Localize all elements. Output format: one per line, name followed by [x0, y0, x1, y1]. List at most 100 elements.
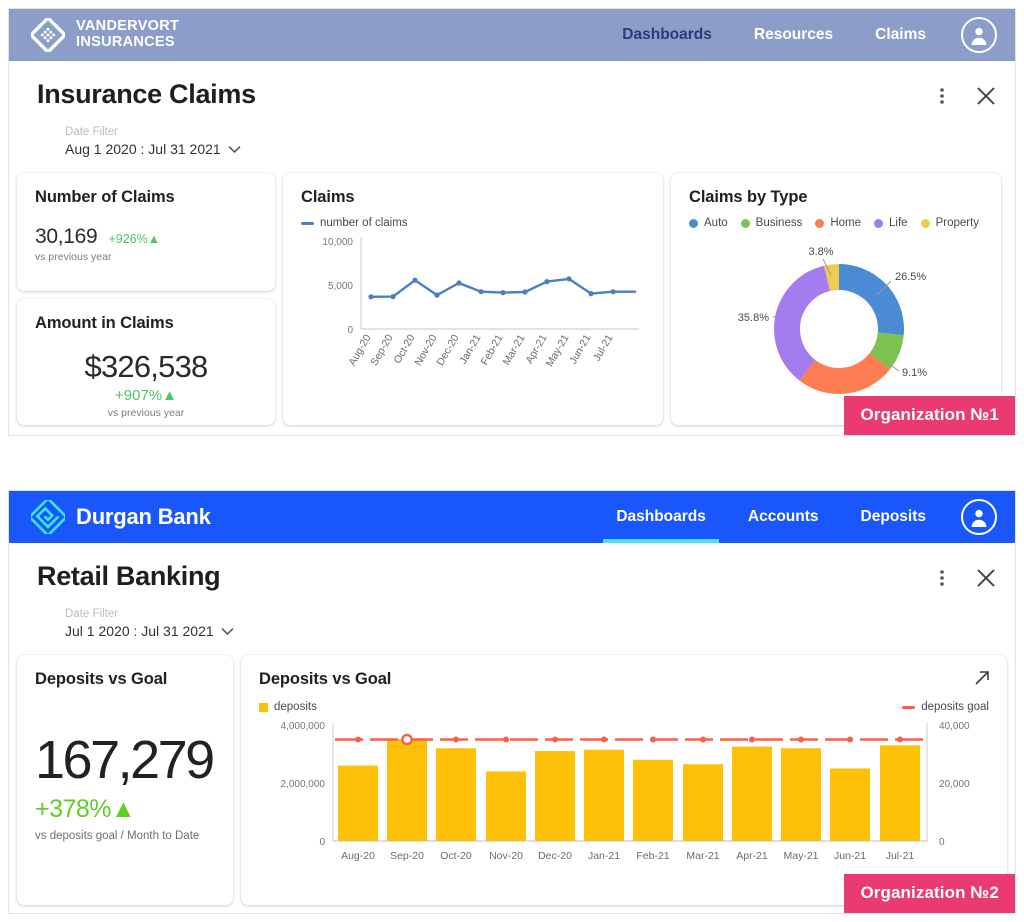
y2-tick-0: 0	[939, 837, 945, 848]
legend-item[interactable]: number of claims	[301, 217, 408, 229]
legend-label: deposits	[274, 701, 317, 714]
kpi-subtext: vs previous year	[107, 407, 185, 420]
legend-item[interactable]: Home	[815, 217, 861, 229]
legend-item[interactable]: Auto	[689, 217, 728, 229]
brand-line-1: VANDERVORT	[76, 18, 180, 35]
legend-item[interactable]: Life	[874, 217, 908, 229]
kpi-value-block: 167,279 +378%▲ vs deposits goal / Month …	[35, 733, 215, 842]
svg-text:Jun-21: Jun-21	[834, 850, 866, 862]
legend-swatch-icon	[301, 221, 314, 225]
legend-item[interactable]: Business	[740, 217, 802, 229]
date-filter-value: Jul 1 2020 : Jul 31 2021	[65, 623, 214, 640]
chart-title: Deposits vs Goal	[259, 670, 392, 689]
date-filter-insurance[interactable]: Date Filter Aug 1 2020 : Jul 31 2021	[37, 124, 995, 159]
svg-text:May-21: May-21	[783, 850, 818, 862]
chart-legend: number of claims	[301, 217, 645, 229]
kpi-delta: +907%▲	[115, 387, 177, 405]
y2-tick-40000: 40,000	[939, 721, 970, 732]
date-filter-value: Aug 1 2020 : Jul 31 2021	[65, 141, 221, 158]
chevron-down-icon	[221, 623, 234, 639]
kpi-subtext: vs previous year	[35, 251, 112, 264]
nav-item-accounts[interactable]: Accounts	[727, 491, 840, 543]
date-filter-control[interactable]: Jul 1 2020 : Jul 31 2021	[65, 623, 234, 639]
date-filter-control[interactable]: Aug 1 2020 : Jul 31 2021	[65, 141, 241, 157]
donut-label-life: 35.8%	[738, 312, 769, 324]
diamond-dots-logo-icon	[30, 17, 66, 53]
svg-text:Dec-20: Dec-20	[434, 332, 461, 367]
page-title: Insurance Claims	[37, 79, 256, 109]
organization-badge: Organization №1	[844, 396, 1015, 435]
svg-text:Sep-20: Sep-20	[390, 850, 424, 862]
kpi-value-row: 30,169 +926%▲	[35, 225, 257, 249]
date-filter-bank[interactable]: Date Filter Jul 1 2020 : Jul 31 2021	[37, 606, 995, 641]
card-grid-bank: Deposits vs Goal 167,279 +378%▲ vs depos…	[9, 655, 1015, 906]
kebab-menu-icon[interactable]	[929, 565, 955, 591]
card-grid-insurance: Number of Claims 30,169 +926%▲ vs previo…	[9, 173, 1015, 426]
diamond-spiral-logo-icon	[28, 497, 68, 537]
chart-legend: deposits deposits goal	[259, 701, 989, 713]
kpi-card-deposits-vs-goal: Deposits vs Goal 167,279 +378%▲ vs depos…	[17, 655, 233, 906]
legend-item-deposits[interactable]: deposits	[259, 701, 317, 713]
app-bar-bank: Durgan Bank Dashboards Accounts Deposits	[9, 491, 1015, 543]
close-icon[interactable]	[973, 565, 999, 591]
expand-arrow-icon[interactable]	[973, 669, 991, 692]
y-tick-10000: 10,000	[322, 237, 353, 248]
brand-name-bank: Durgan Bank	[76, 505, 211, 529]
y2-tick-20000: 20,000	[939, 779, 970, 790]
chart-legend: Auto Business Home Life Property	[689, 217, 983, 229]
line-chart-svg: 10,000 5,000 0 Aug-20 Sep-20 Oct-20 Nov-…	[322, 237, 639, 369]
brand-line-1: Durgan Bank	[76, 504, 211, 530]
svg-text:Oct-20: Oct-20	[440, 850, 472, 862]
nav-item-deposits[interactable]: Deposits	[840, 491, 947, 543]
legend-swatch-icon	[920, 218, 930, 228]
svg-text:Aug-20: Aug-20	[341, 850, 375, 862]
kpi-card-amount-in-claims: Amount in Claims $326,538 +907%▲ vs prev…	[17, 299, 275, 426]
donut-label-property: 3.8%	[808, 246, 833, 258]
svg-text:Feb-21: Feb-21	[636, 850, 669, 862]
svg-text:Sep-20: Sep-20	[368, 332, 395, 367]
legend-item[interactable]: Property	[920, 217, 980, 230]
legend-label: Home	[830, 217, 862, 230]
bar-chart-svg: 4,000,000 2,000,000 0 40,000 20,000 0 Au…	[281, 721, 971, 862]
kebab-menu-icon[interactable]	[929, 83, 955, 109]
donut-chart-svg: 26.5% 9.1% 35.8% 3.8%	[738, 246, 927, 395]
line-chart: 10,000 5,000 0 Aug-20 Sep-20 Oct-20 Nov-…	[301, 229, 645, 409]
dashboard-panel-bank: Durgan Bank Dashboards Accounts Deposits…	[8, 490, 1016, 914]
user-avatar-icon[interactable]	[961, 499, 997, 535]
brand-line-2: INSURANCES	[76, 34, 175, 50]
legend-label: Property	[935, 217, 980, 230]
page-title: Retail Banking	[37, 561, 221, 591]
dashboard-header-bank: Retail Banking Date Filter Jul 1 2020 : …	[9, 543, 1015, 641]
nav-item-claims[interactable]: Claims	[854, 9, 947, 61]
donut-label-auto: 26.5%	[895, 271, 926, 283]
y-tick-2000000: 2,000,000	[281, 779, 326, 790]
kpi-value-block: $326,538 +907%▲ vs previous year	[35, 349, 257, 419]
y-tick-4000000: 4,000,000	[281, 721, 326, 732]
chart-card-deposits-vs-goal: Deposits vs Goal deposits deposits goal	[241, 655, 1007, 906]
x-axis-labels: Aug-20 Sep-20 Oct-20 Nov-20 Dec-20 Jan-2…	[341, 850, 914, 862]
kpi-delta: +926%▲	[108, 232, 161, 247]
legend-label: deposits goal	[921, 701, 989, 714]
svg-text:Dec-20: Dec-20	[538, 850, 572, 862]
nav-item-dashboards[interactable]: Dashboards	[595, 491, 727, 543]
screenshot-root: VANDERVORT INSURANCES Dashboards Resourc…	[0, 0, 1024, 922]
chart-card-claims-by-type: Claims by Type Auto Business Home Life P…	[671, 173, 1001, 426]
legend-swatch-icon	[740, 218, 750, 228]
legend-item-deposits-goal[interactable]: deposits goal	[902, 701, 989, 713]
legend-swatch-icon	[815, 218, 825, 228]
legend-swatch-icon	[689, 218, 698, 228]
legend-label: Auto	[704, 217, 728, 230]
kpi-title: Amount in Claims	[35, 314, 174, 333]
main-nav-insurance: Dashboards Resources Claims	[601, 9, 997, 61]
legend-swatch-icon	[874, 218, 884, 228]
chart-title: Claims by Type	[689, 188, 808, 207]
svg-text:Apr-21: Apr-21	[736, 850, 768, 862]
close-icon[interactable]	[973, 83, 999, 109]
brand-bank: Durgan Bank	[28, 497, 211, 537]
x-axis-labels: Aug-20 Sep-20 Oct-20 Nov-20 Dec-20 Jan-2…	[346, 332, 615, 368]
nav-item-dashboards[interactable]: Dashboards	[601, 9, 733, 61]
svg-text:Jan-21: Jan-21	[588, 850, 620, 862]
user-avatar-icon[interactable]	[961, 17, 997, 53]
nav-item-resources[interactable]: Resources	[733, 9, 854, 61]
legend-label: Life	[889, 217, 908, 230]
